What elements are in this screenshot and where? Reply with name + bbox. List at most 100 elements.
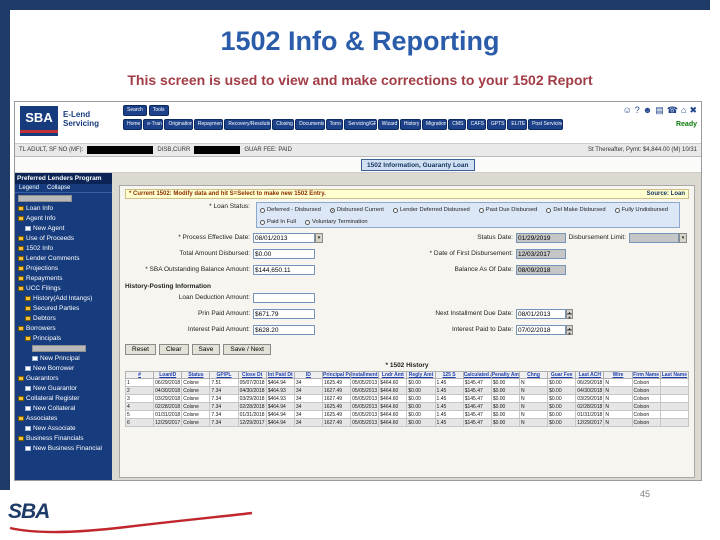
- radio-icon[interactable]: [260, 207, 265, 213]
- history-column-penalty-amt[interactable]: Penalty Amt: [490, 371, 520, 379]
- history-column-chng[interactable]: Chng: [518, 371, 549, 379]
- history-column-installment-due-dt[interactable]: Installment Due Dt: [350, 371, 380, 379]
- nav-button-documents[interactable]: Documents: [295, 119, 325, 130]
- nav-button-cms[interactable]: CMS: [448, 119, 466, 130]
- nav-button-e-tran[interactable]: e-Tran: [143, 119, 164, 130]
- sidebar-item-collateral-register[interactable]: Collateral Register: [15, 393, 112, 403]
- sidebar-item-principals[interactable]: Principals: [15, 333, 112, 343]
- radio-icon[interactable]: [478, 207, 484, 213]
- table-row[interactable]: 6 12/29/2017 Colsne 7.34 12/29/2017 $464.94 34…: [124, 418, 690, 427]
- legend-link[interactable]: Legend: [19, 185, 39, 191]
- history-column-last-name[interactable]: Last Name: [659, 371, 690, 379]
- prin-paid-amount-input[interactable]: [253, 309, 315, 319]
- logout-icon[interactable]: ✖: [689, 105, 697, 115]
- sidebar-item-debtors[interactable]: Debtors: [15, 313, 112, 323]
- sidebar-item-new-business-financial[interactable]: New Business Financial: [15, 443, 112, 453]
- nav-button-recovery-resolution[interactable]: Recovery/Resolution: [224, 119, 272, 130]
- history-column-close-dt[interactable]: Close Dt: [237, 371, 267, 379]
- sidebar-item-repayments[interactable]: Repayments: [15, 273, 112, 283]
- collapse-link[interactable]: Collapse: [47, 185, 70, 191]
- sidebar-item-secured-parties[interactable]: Secured Parties: [15, 303, 112, 313]
- nav-button-elite[interactable]: ELITE: [507, 119, 528, 130]
- history-column-calculated-amt[interactable]: Calculated Amt: [462, 371, 492, 379]
- nav-button-post-servicing[interactable]: Post Servicing: [528, 119, 563, 130]
- sidebar-item-new-associate[interactable]: New Associate: [15, 423, 112, 433]
- sidebar-item-new-guarantor[interactable]: New Guarantor: [15, 383, 112, 393]
- sidebar-item-projections[interactable]: Projections: [15, 263, 112, 273]
- history-column-125-s[interactable]: 125 S: [434, 371, 464, 379]
- reset-button[interactable]: Reset: [125, 344, 156, 355]
- tab-1502-information[interactable]: 1502 Information, Guaranty Loan: [361, 159, 475, 171]
- nav-button-gpts[interactable]: GPTS: [486, 119, 507, 130]
- sidebar-item-new-agent[interactable]: New Agent: [15, 223, 112, 233]
- loan-status-option-paid-in-full[interactable]: Paid In Full: [260, 219, 296, 225]
- nav-button-history[interactable]: History: [399, 119, 421, 130]
- spinner-down-icon[interactable]: ▼: [566, 314, 573, 320]
- radio-icon[interactable]: [614, 207, 620, 213]
- table-row[interactable]: 5 01/31/2018 Colsne 7.34 01/31/2018 $464.94 34…: [124, 410, 690, 419]
- nav-button-home[interactable]: Home: [123, 119, 143, 130]
- sidebar-item-business-financials[interactable]: Business Financials: [15, 433, 112, 443]
- table-row[interactable]: 4 02/28/2018 Colsne 7.34 02/28/2018 $464.94 34…: [124, 402, 690, 411]
- loan-status-option-del-make-disbursed[interactable]: Del Make Disbursed: [546, 207, 606, 213]
- nav-button-wizard[interactable]: Wizard: [377, 119, 399, 130]
- history-column-principal-pay[interactable]: Principal Pay: [321, 371, 352, 379]
- nav-button-torro[interactable]: Torro: [325, 119, 344, 130]
- chevron-down-icon[interactable]: ▾: [315, 233, 323, 243]
- sidebar-item-redacted[interactable]: [15, 193, 112, 203]
- history-column-[interactable]: #: [124, 371, 155, 379]
- loan-status-option-disbursed-current[interactable]: Disbursed Current: [329, 207, 384, 213]
- history-column-lndr-amt[interactable]: Lndr Amt: [378, 371, 408, 379]
- sidebar-item-guarantors[interactable]: Guarantors: [15, 373, 112, 383]
- phone-icon[interactable]: ☎: [667, 105, 678, 115]
- spinner-down-icon[interactable]: ▼: [566, 330, 573, 336]
- nav-button-cafs[interactable]: CAFS: [466, 119, 486, 130]
- radio-icon[interactable]: [260, 219, 265, 225]
- sidebar-item-use-of-proceeds[interactable]: Use of Proceeds: [15, 233, 112, 243]
- nav-button-migration[interactable]: Migration: [421, 119, 448, 130]
- sidebar-item-ucc-filings[interactable]: UCC Filings: [15, 283, 112, 293]
- history-column-firm-name[interactable]: Firm Name: [631, 371, 661, 379]
- next-installment-due-input[interactable]: [516, 309, 566, 319]
- history-column-last-ach[interactable]: Last ACH: [575, 371, 605, 379]
- sidebar-item-loan-info[interactable]: Loan Info: [15, 203, 112, 213]
- history-column-regly-amt[interactable]: Regly Amt: [406, 371, 436, 379]
- history-column-guar-fee[interactable]: Guar Fee: [547, 371, 577, 379]
- history-column-loanid[interactable]: LoanID: [153, 371, 183, 379]
- sba-outstanding-balance-input[interactable]: [253, 265, 315, 275]
- radio-icon[interactable]: [305, 219, 310, 225]
- radio-icon[interactable]: [329, 207, 335, 213]
- interest-paid-to-date-input[interactable]: [516, 325, 566, 335]
- sidebar-item-new-collateral[interactable]: New Collateral: [15, 403, 112, 413]
- users-icon[interactable]: ☻: [643, 105, 652, 115]
- loan-status-option-past-due-disbursed[interactable]: Past Due Disbursed: [478, 207, 537, 213]
- history-column-id[interactable]: ID: [293, 371, 323, 379]
- save-button[interactable]: Save: [191, 344, 221, 355]
- clear-button[interactable]: Clear: [158, 344, 189, 355]
- table-row[interactable]: 1 06/29/2018 Colsne 7.51 05/07/2018 $464.94 34…: [124, 378, 690, 387]
- sidebar-item-agent-info[interactable]: Agent Info: [15, 213, 112, 223]
- loan-deduction-amount-input[interactable]: [253, 293, 315, 303]
- sidebar-item-new-borrower[interactable]: New Borrower: [15, 363, 112, 373]
- history-column-int-paid-dt[interactable]: Int Paid Dt: [265, 371, 295, 379]
- nav-button-servicing-gp[interactable]: Servicing/GP: [344, 119, 377, 130]
- save-next-button[interactable]: Save / Next: [223, 344, 271, 355]
- sidebar-item-new-principal[interactable]: New Principal: [15, 353, 112, 363]
- history-column-wire[interactable]: Wire: [603, 371, 633, 379]
- toolbar-button-search[interactable]: Search: [123, 105, 147, 116]
- total-amount-disbursed-input[interactable]: [253, 249, 315, 259]
- interest-paid-amount-input[interactable]: [253, 325, 315, 335]
- loan-status-option-deferred-disbursed[interactable]: Deferred - Disbursed: [260, 207, 321, 213]
- home-icon[interactable]: ⌂: [681, 105, 686, 115]
- loan-status-option-voluntary-termination[interactable]: Voluntary Termination: [305, 219, 368, 225]
- nav-button-repayment[interactable]: Repayment: [193, 119, 224, 130]
- print-icon[interactable]: ▤: [655, 105, 664, 115]
- nav-button-origination[interactable]: Origination: [164, 119, 193, 130]
- history-column-status[interactable]: Status: [181, 371, 211, 379]
- chevron-down-icon[interactable]: ▾: [679, 233, 687, 243]
- loan-status-option-lender-deferred-disbursed[interactable]: Lender Deferred Disbursed: [392, 207, 470, 213]
- table-row[interactable]: 3 03/29/2018 Colsne 7.34 03/29/2018 $464.93 34…: [124, 394, 690, 403]
- sidebar-item-1502-info[interactable]: 1502 Info: [15, 243, 112, 253]
- table-row[interactable]: 2 04/30/2018 Colsne 7.34 04/30/2018 $464.93 34…: [124, 386, 690, 395]
- radio-icon[interactable]: [392, 207, 398, 213]
